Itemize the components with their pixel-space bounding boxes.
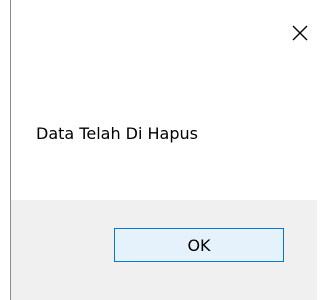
message-dialog: Data Telah Di Hapus OK [11,0,317,300]
screen: Data Telah Di Hapus OK [0,0,317,300]
close-icon [292,25,308,41]
dialog-message: Data Telah Di Hapus [36,124,198,143]
ok-button[interactable]: OK [114,228,284,262]
dialog-button-bar: OK [11,200,317,300]
close-button[interactable] [287,20,313,46]
